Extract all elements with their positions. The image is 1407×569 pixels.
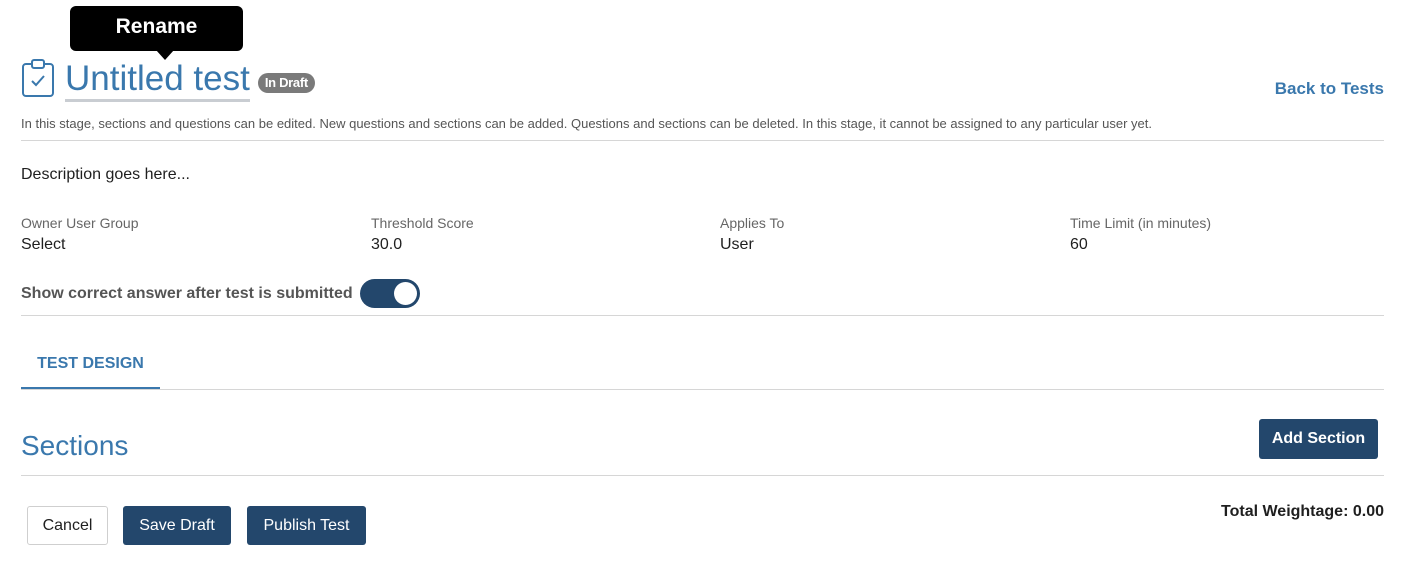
test-title[interactable]: Untitled test <box>65 59 250 102</box>
sections-heading: Sections <box>21 430 129 461</box>
meta-label: Threshold Score <box>371 215 474 231</box>
tab-test-design[interactable]: TEST DESIGN <box>21 345 160 390</box>
tab-bar-divider <box>21 389 1384 390</box>
save-draft-button[interactable]: Save Draft <box>123 506 231 545</box>
meta-label: Owner User Group <box>21 215 139 231</box>
back-to-tests-link[interactable]: Back to Tests <box>1275 79 1384 99</box>
time-limit-field[interactable]: Time Limit (in minutes) 60 <box>1070 215 1211 254</box>
stage-note: In this stage, sections and questions ca… <box>21 116 1152 131</box>
divider <box>21 475 1384 476</box>
meta-label: Time Limit (in minutes) <box>1070 215 1212 231</box>
meta-value: User <box>720 236 754 253</box>
meta-value: 30.0 <box>371 236 403 253</box>
total-weightage: Total Weightage: 0.00 <box>1221 503 1384 520</box>
divider <box>21 140 1384 141</box>
divider <box>21 315 1384 316</box>
test-description[interactable]: Description goes here... <box>21 166 190 184</box>
show-answer-toggle[interactable] <box>359 279 420 308</box>
meta-label: Applies To <box>720 215 785 231</box>
threshold-score-field[interactable]: Threshold Score 30.0 <box>371 215 474 254</box>
applies-to-field[interactable]: Applies To User <box>720 215 784 254</box>
title-row: Untitled test In Draft <box>21 58 315 102</box>
meta-value: Select <box>21 236 66 253</box>
rename-tooltip: Rename <box>70 6 243 60</box>
cancel-button[interactable]: Cancel <box>27 506 108 545</box>
toggle-knob <box>393 282 417 305</box>
status-badge: In Draft <box>257 73 315 93</box>
add-section-button[interactable]: Add Section <box>1259 419 1378 459</box>
show-answer-row: Show correct answer after test is submit… <box>21 279 420 308</box>
clipboard-check-icon <box>21 58 65 103</box>
owner-user-group-field[interactable]: Owner User Group Select <box>21 215 138 254</box>
publish-test-button[interactable]: Publish Test <box>247 506 366 545</box>
meta-value: 60 <box>1070 236 1088 253</box>
show-answer-label: Show correct answer after test is submit… <box>21 284 353 302</box>
tab-label: TEST DESIGN <box>37 355 144 372</box>
